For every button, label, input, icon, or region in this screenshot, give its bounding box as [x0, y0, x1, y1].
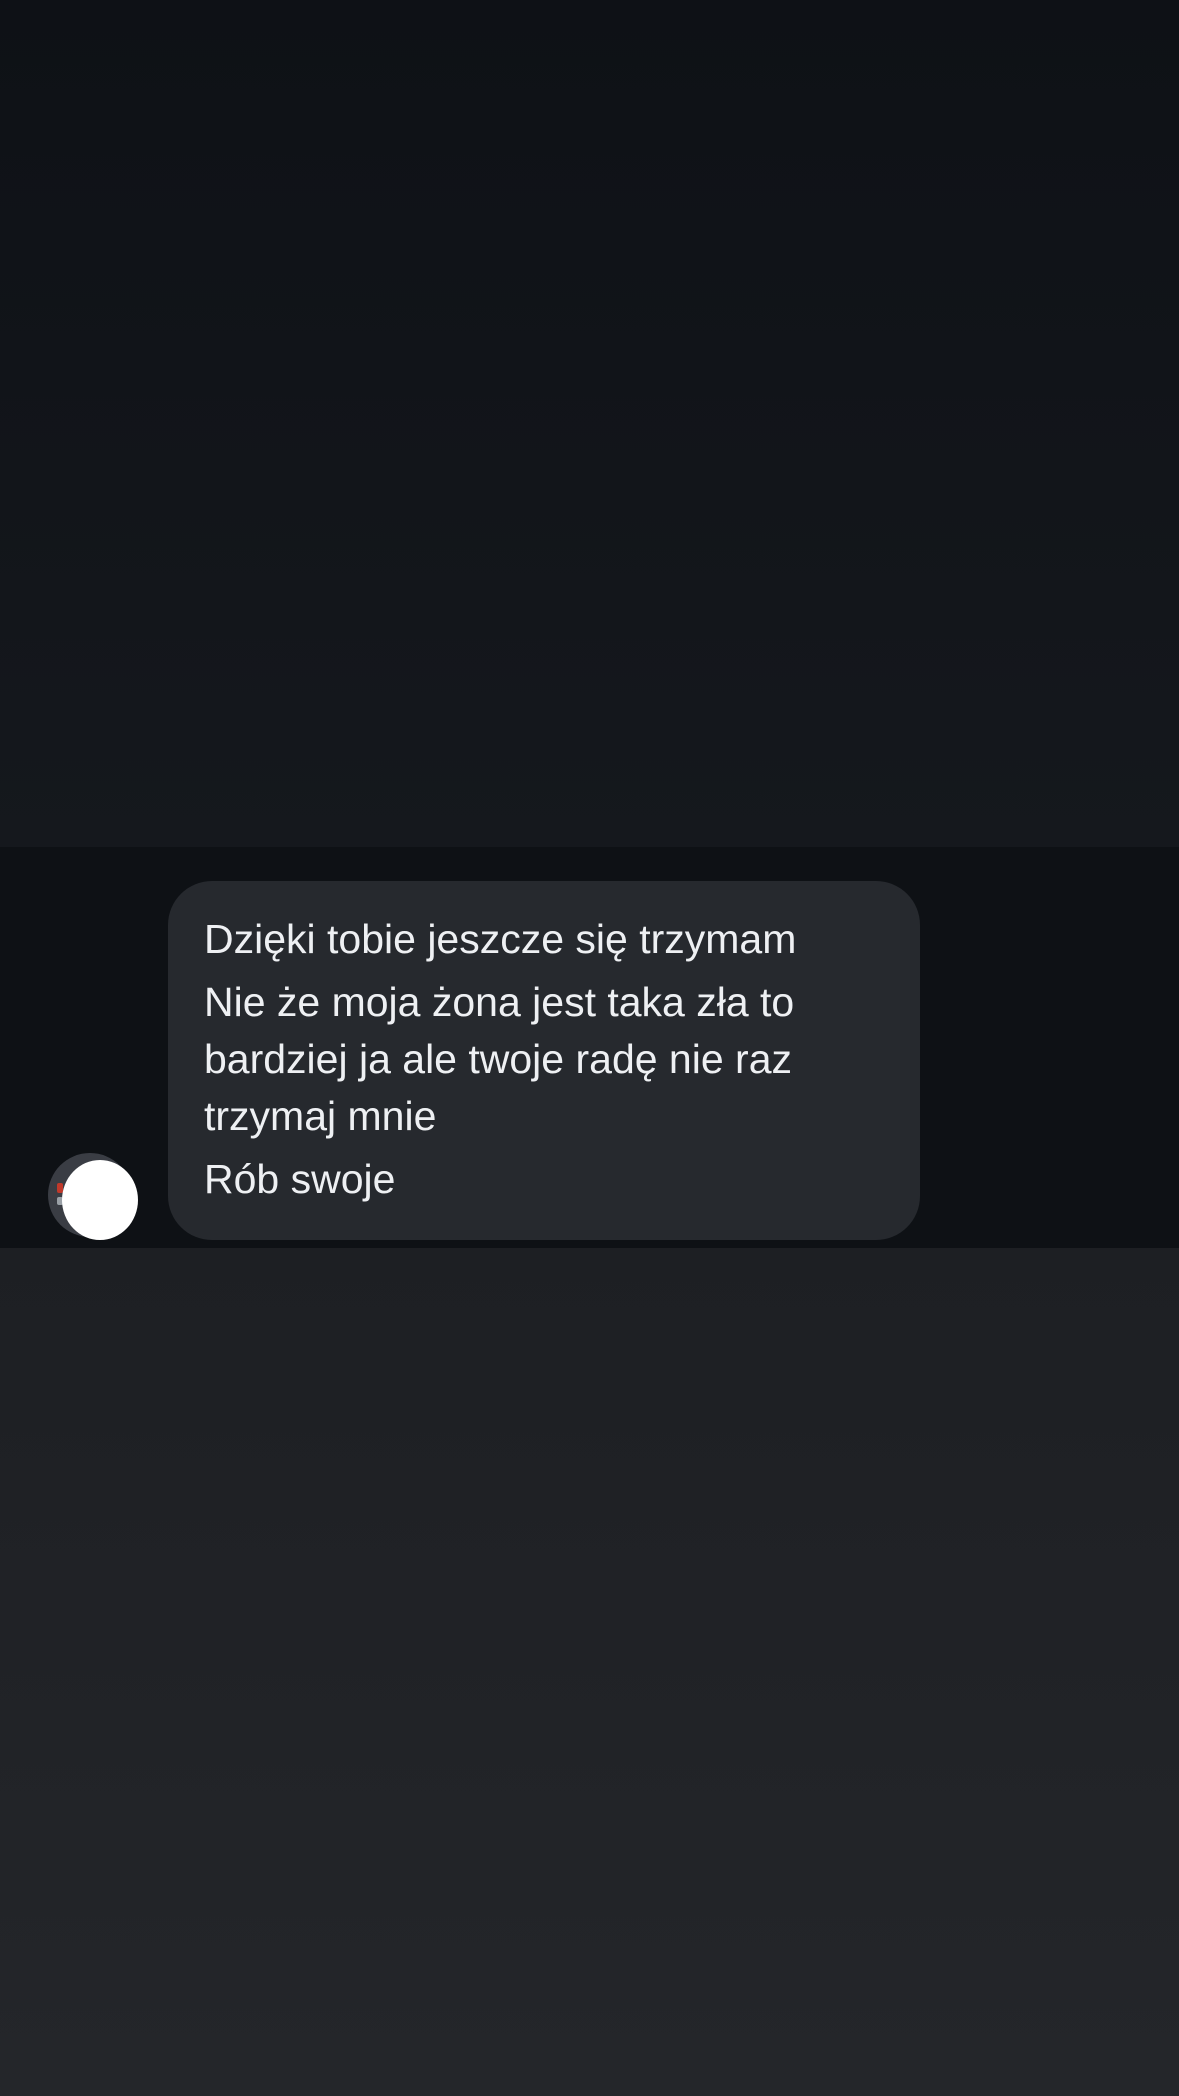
message-bubble[interactable]: Dzięki tobie jeszcze się trzymam Nie że … — [168, 881, 920, 1240]
message-line: Rób swoje — [204, 1156, 396, 1202]
message-line: Dzięki tobie jeszcze się trzymam — [204, 916, 797, 962]
message-line: Nie że moja żona jest taka zła to bardzi… — [204, 979, 795, 1139]
background-top — [0, 0, 1179, 847]
background-bottom — [0, 1248, 1179, 2096]
avatar-redaction-circle — [62, 1160, 138, 1240]
